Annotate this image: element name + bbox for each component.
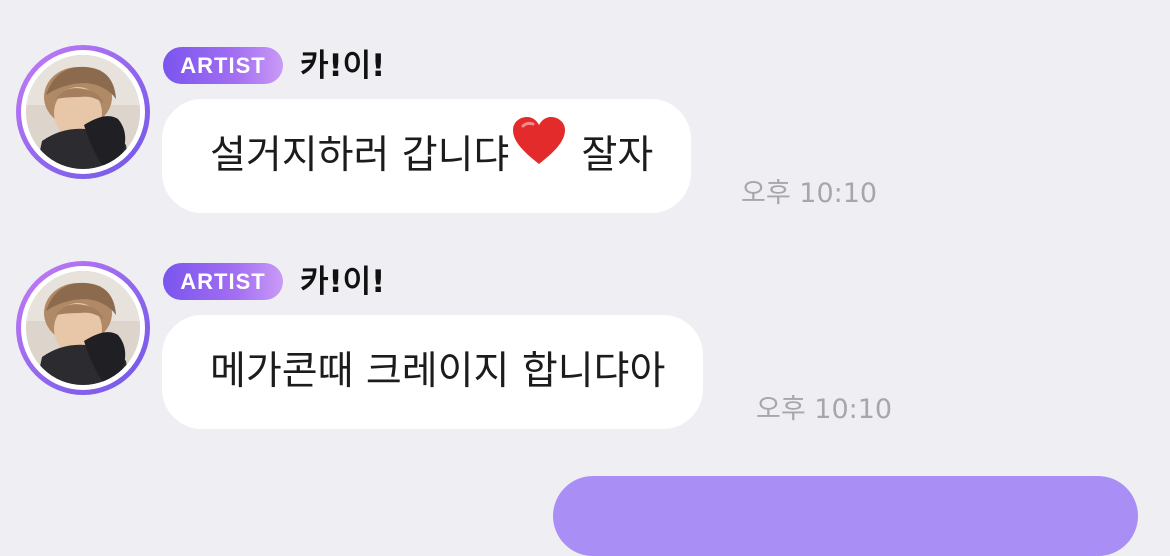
- message-text: 메가콘때 크레이지 합니댜아: [210, 349, 666, 394]
- artist-badge: ARTIST: [163, 47, 283, 84]
- avatar-photo: [26, 271, 140, 385]
- message-bubble[interactable]: 설거지하러 갑니댜 잘자: [162, 97, 692, 213]
- message-bubble[interactable]: 메가콘때 크레이지 합니댜아: [162, 315, 704, 429]
- message-text-after: 잘자: [581, 133, 654, 178]
- outgoing-message-bubble[interactable]: [553, 476, 1138, 556]
- artist-badge: ARTIST: [163, 263, 283, 300]
- message-text: 설거지하러 갑니댜: [210, 133, 510, 178]
- avatar-photo: [26, 55, 140, 169]
- sender-name: 카!이!: [300, 264, 386, 300]
- avatar-border: [21, 266, 145, 390]
- avatar[interactable]: [16, 261, 150, 395]
- chat-message: ARTIST 카!이! 메가콘때 크레이지 합니댜아 오후 10:10: [0, 261, 1170, 461]
- timestamp: 오후 10:10: [756, 394, 893, 425]
- avatar-border: [21, 50, 145, 174]
- sender-name: 카!이!: [300, 48, 386, 84]
- timestamp: 오후 10:10: [741, 178, 878, 209]
- avatar[interactable]: [16, 45, 150, 179]
- heart-emoji-icon: [511, 97, 567, 211]
- chat-message: ARTIST 카!이! 설거지하러 갑니댜 잘자 오후 10:10: [0, 45, 1170, 245]
